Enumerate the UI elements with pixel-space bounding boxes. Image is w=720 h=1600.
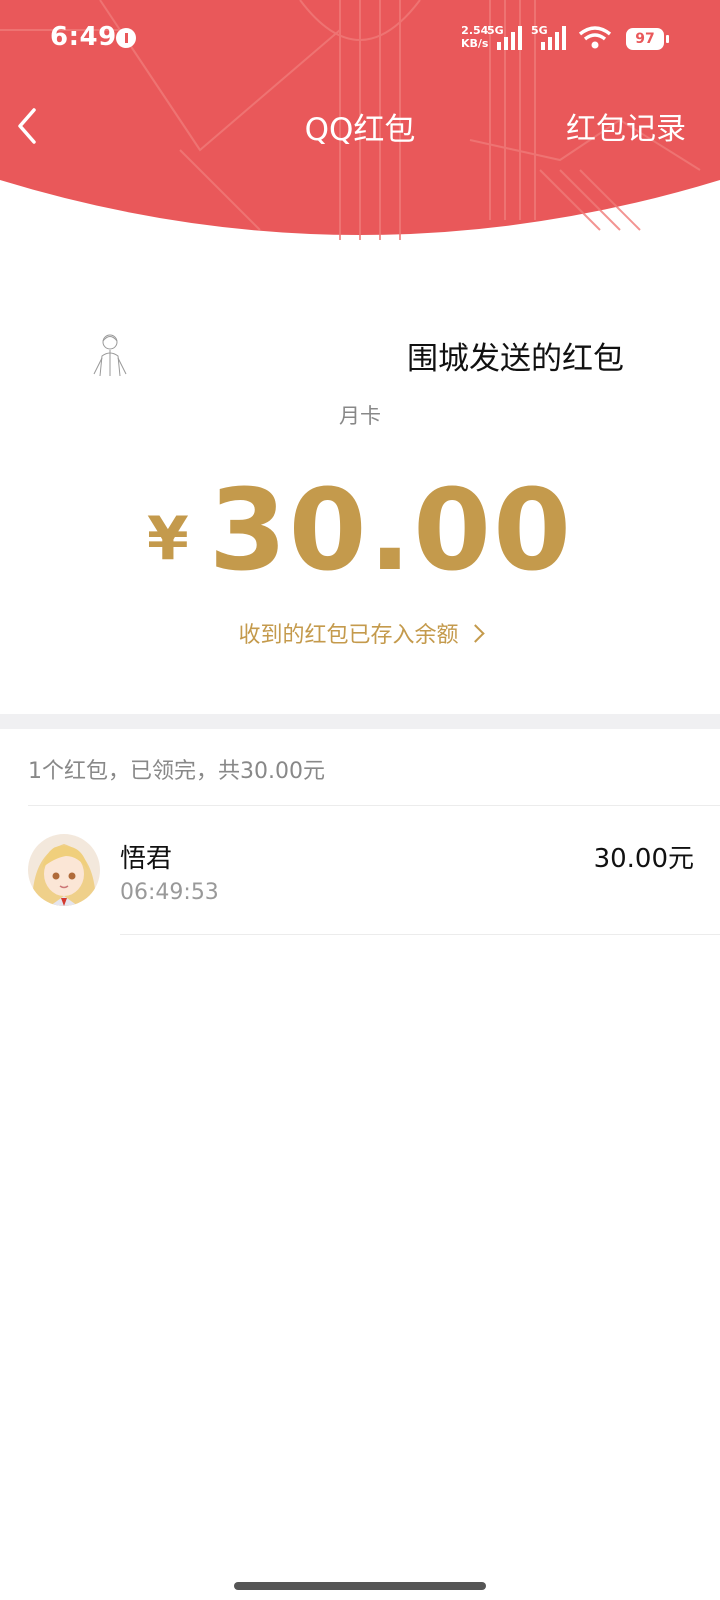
sender-avatar[interactable] <box>88 330 132 380</box>
packet-amount: ¥30.00 <box>0 466 720 596</box>
balance-link-label: 收到的红包已存入余额 <box>238 623 459 648</box>
receiver-time: 06:49:53 <box>120 880 219 905</box>
signal-icon <box>497 26 522 50</box>
status-time: 6:49 <box>50 22 117 52</box>
receiver-name: 悟君 <box>120 844 173 874</box>
header: 6:49 2.54 KB/s 5G 5G 97 QQ红包 红包记录 <box>0 0 720 250</box>
avatar[interactable] <box>28 834 100 906</box>
amount-value: 30.00 <box>208 466 573 596</box>
chevron-right-icon <box>465 624 485 643</box>
network-speed: 2.54 KB/s <box>461 24 488 50</box>
sender-title: 围城发送的红包 <box>407 341 624 377</box>
receiver-avatar-image <box>28 834 100 906</box>
currency-symbol: ¥ <box>146 504 189 574</box>
home-indicator[interactable] <box>234 1582 486 1590</box>
network-speed-unit: KB/s <box>461 37 489 50</box>
packet-note: 月卡 <box>339 404 381 428</box>
network-speed-value: 2.54 <box>461 24 489 37</box>
section-separator <box>0 714 720 729</box>
red-packet-records-link[interactable]: 红包记录 <box>566 104 686 148</box>
packet-summary: 1个红包，已领完，共30.00元 <box>28 759 325 784</box>
wifi-icon <box>578 26 612 49</box>
info-icon <box>116 28 136 48</box>
divider <box>120 934 720 935</box>
receiver-amount: 30.00元 <box>593 844 694 874</box>
battery-indicator: 97 <box>626 28 669 50</box>
balance-link[interactable]: 收到的红包已存入余额 <box>0 617 720 649</box>
signal-icon-2 <box>541 26 566 50</box>
